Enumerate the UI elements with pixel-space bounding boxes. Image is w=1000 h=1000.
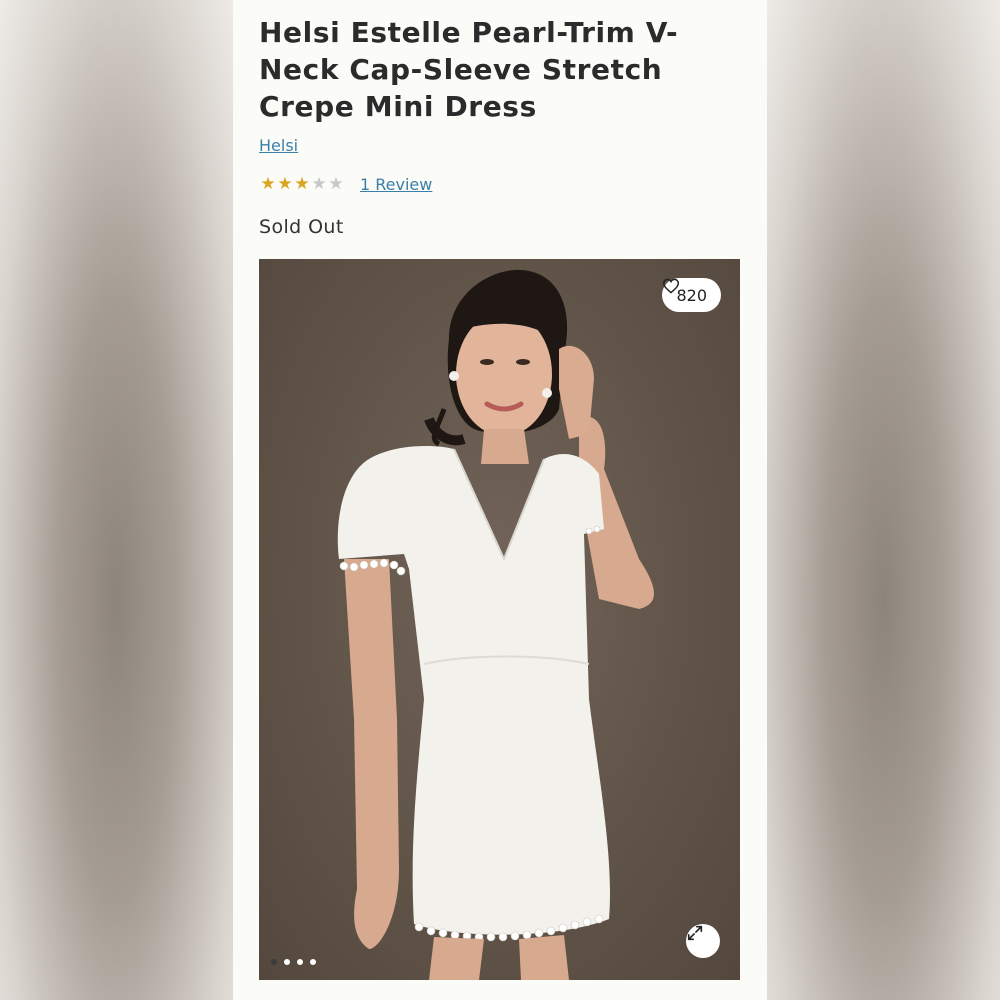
pagination-dot[interactable] <box>297 959 303 965</box>
expand-icon <box>687 925 703 941</box>
gallery-pagination <box>271 959 316 965</box>
background-blur-right <box>767 0 1000 1000</box>
star-icon: ★ <box>260 174 275 194</box>
favorite-button[interactable]: 820 <box>662 278 721 312</box>
availability-status: Sold Out <box>259 216 344 238</box>
heart-icon <box>663 278 680 294</box>
pagination-dot[interactable] <box>310 959 316 965</box>
product-image[interactable]: 820 <box>259 259 740 980</box>
rating-row: ★ ★ ★ ★ ★ 1 Review <box>259 174 432 194</box>
star-icon: ★ <box>311 174 326 194</box>
model-photo <box>337 269 654 980</box>
background-blur-left <box>0 0 233 1000</box>
product-title: Helsi Estelle Pearl-Trim V-Neck Cap-Slee… <box>259 16 679 123</box>
star-icon: ★ <box>328 174 343 194</box>
likes-count: 820 <box>676 285 707 305</box>
brand-link[interactable]: Helsi <box>259 136 298 155</box>
product-panel: Helsi Estelle Pearl-Trim V-Neck Cap-Slee… <box>233 0 767 1000</box>
star-icon: ★ <box>294 174 309 194</box>
star-icon: ★ <box>277 174 292 194</box>
star-rating: ★ ★ ★ ★ ★ <box>259 174 344 194</box>
expand-button[interactable] <box>686 924 720 958</box>
pagination-dot[interactable] <box>271 959 277 965</box>
reviews-link[interactable]: 1 Review <box>360 175 432 194</box>
pagination-dot[interactable] <box>284 959 290 965</box>
